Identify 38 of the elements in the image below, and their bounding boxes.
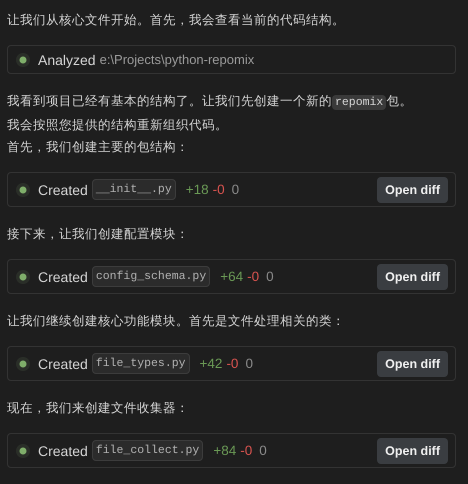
- change-count: 0: [266, 269, 274, 284]
- added-count: +18: [186, 182, 209, 197]
- file-name[interactable]: __init__.py: [92, 179, 176, 200]
- added-count: +42: [200, 356, 222, 371]
- removed-count: -0: [226, 356, 238, 371]
- message-text: 我会按照您提供的结构重新组织代码。: [7, 116, 229, 134]
- step-label: Analyzed: [38, 52, 96, 68]
- removed-count: -0: [212, 182, 225, 197]
- step-label: Created: [38, 442, 88, 458]
- status-dot-icon: [16, 444, 30, 458]
- folder-path: e:\Projects\python-repomix: [100, 52, 254, 67]
- removed-count: -0: [240, 443, 252, 458]
- step-label: Created: [38, 356, 88, 372]
- status-dot-icon: [16, 356, 30, 370]
- open-diff-button[interactable]: Open diff: [377, 350, 448, 376]
- message-text: 现在，我们来创建文件收集器：: [7, 399, 190, 417]
- change-count: 0: [245, 356, 253, 371]
- removed-count: -0: [247, 269, 260, 284]
- file-name[interactable]: file_types.py: [92, 353, 190, 374]
- step-label: Created: [38, 268, 88, 284]
- file-name[interactable]: config_schema.py: [92, 266, 210, 287]
- status-dot-icon: [16, 182, 30, 196]
- open-diff-button[interactable]: Open diff: [377, 264, 448, 290]
- message-text: 首先，我们创建主要的包结构：: [7, 138, 190, 156]
- added-count: +64: [220, 269, 244, 284]
- message-text: 接下来，让我们创建配置模块：: [7, 225, 190, 243]
- message-text: 让我们从核心文件开始。首先，我会查看当前的代码结构。: [7, 11, 346, 29]
- message-text: 让我们继续创建核心功能模块。首先是文件处理相关的类：: [7, 312, 346, 330]
- message-text: 我看到项目已经有基本的结构了。让我们先创建一个新的 repomix 包。: [7, 92, 414, 112]
- step-label: Created: [38, 182, 88, 198]
- status-dot-icon: [16, 270, 30, 284]
- added-count: +84: [213, 443, 236, 458]
- change-count: 0: [232, 182, 240, 197]
- file-name[interactable]: file_collect.py: [92, 440, 204, 461]
- change-count: 0: [259, 443, 267, 458]
- open-diff-button[interactable]: Open diff: [377, 438, 448, 464]
- status-dot-icon: [16, 52, 30, 66]
- open-diff-button[interactable]: Open diff: [377, 176, 448, 202]
